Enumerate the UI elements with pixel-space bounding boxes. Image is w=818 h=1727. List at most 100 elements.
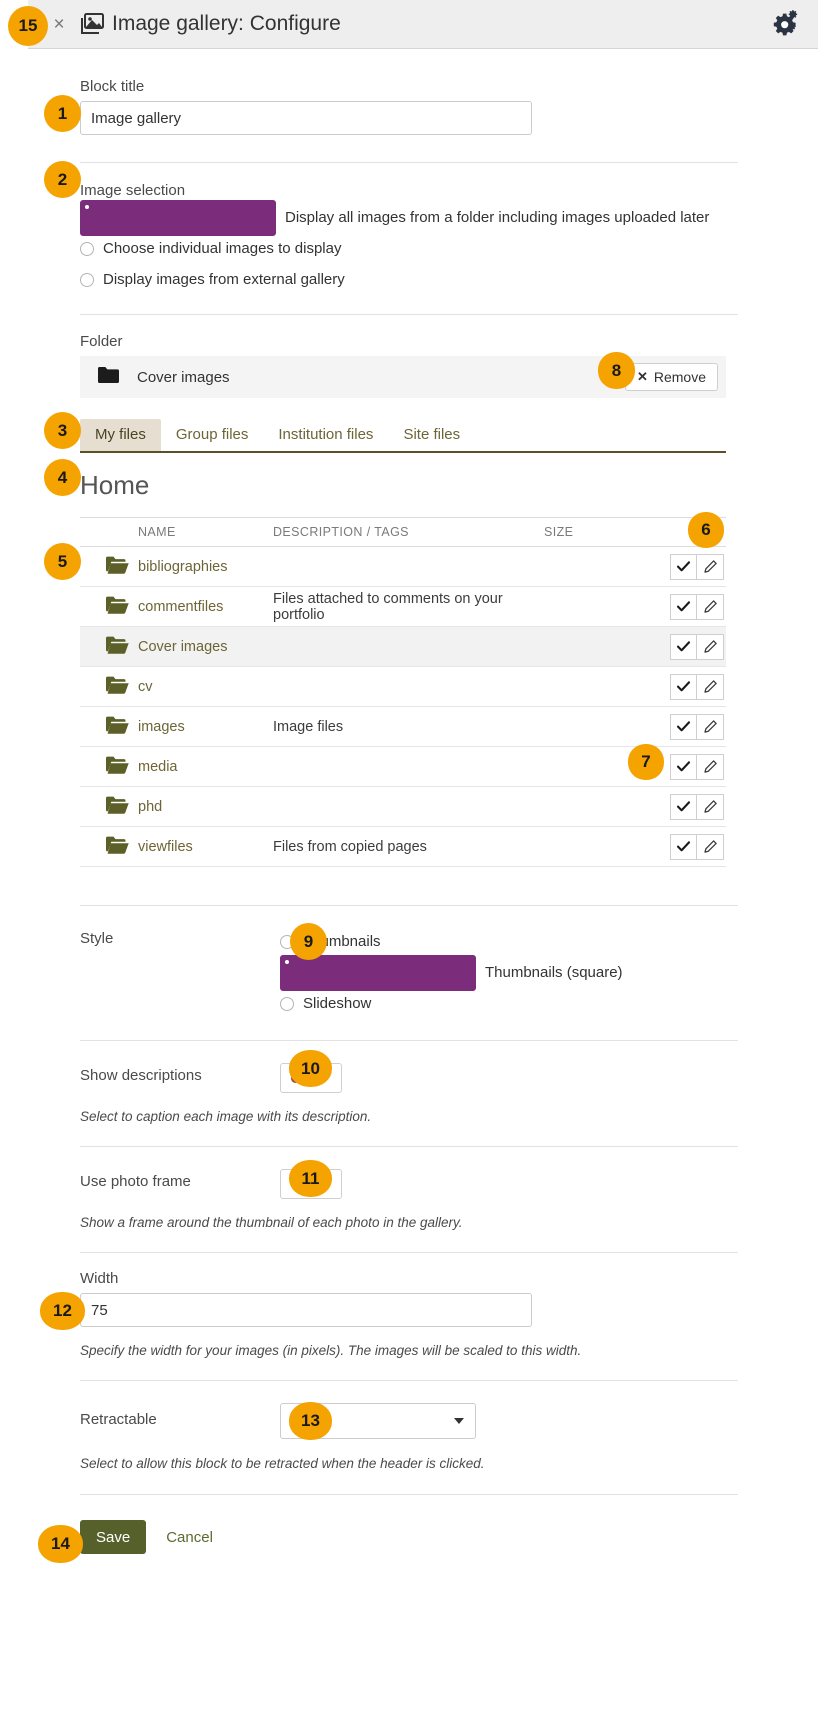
show-descriptions-label: Show descriptions <box>80 1063 280 1084</box>
image-gallery-icon <box>80 13 104 35</box>
row-folder-icon <box>80 787 138 827</box>
folder-icon <box>106 836 129 854</box>
divider <box>80 905 738 906</box>
radio-option-individual[interactable]: Choose individual images to display <box>80 233 818 264</box>
edit-folder-button[interactable] <box>697 554 724 580</box>
row-name[interactable]: images <box>138 707 273 747</box>
callout-15: 15 <box>8 6 48 46</box>
folder-icon <box>106 676 129 694</box>
divider <box>80 1380 738 1381</box>
folder-row: Folder Cover images ✕ Remove <box>0 315 818 398</box>
row-name[interactable]: phd <box>138 787 273 827</box>
callout-1: 1 <box>44 95 81 132</box>
table-row[interactable]: bibliographies <box>80 547 726 587</box>
style-option-thumbnails[interactable]: Thumbnails <box>280 926 726 957</box>
th-size: SIZE <box>544 518 644 547</box>
selected-folder-name: Cover images <box>137 369 230 386</box>
breadcrumb: Home <box>80 470 818 501</box>
row-name[interactable]: Cover images <box>138 627 273 667</box>
select-folder-button[interactable] <box>670 714 697 740</box>
select-folder-button[interactable] <box>670 834 697 860</box>
style-option-slideshow[interactable]: Slideshow <box>280 988 726 1019</box>
block-title-label: Block title <box>80 78 818 95</box>
callout-11: 11 <box>289 1160 332 1197</box>
close-button[interactable]: × <box>46 15 72 34</box>
callout-10: 10 <box>289 1050 332 1087</box>
tab-my-files[interactable]: My files <box>80 419 161 452</box>
row-folder-icon <box>80 587 138 627</box>
row-name[interactable]: bibliographies <box>138 547 273 587</box>
photo-frame-help: Show a frame around the thumbnail of eac… <box>80 1215 818 1230</box>
row-name[interactable]: viewfiles <box>138 827 273 867</box>
select-folder-button[interactable] <box>670 754 697 780</box>
image-selection-group: Image selection Display all images from … <box>0 163 818 295</box>
width-row: Width <box>0 1253 818 1327</box>
select-folder-button[interactable] <box>670 794 697 820</box>
table-row[interactable]: cv <box>80 667 726 707</box>
row-size <box>544 707 644 747</box>
edit-folder-button[interactable] <box>697 594 724 620</box>
callout-14: 14 <box>38 1525 83 1563</box>
callout-8: 8 <box>598 352 635 389</box>
block-title-input[interactable] <box>80 101 532 135</box>
tab-site-files[interactable]: Site files <box>388 419 475 452</box>
cancel-button[interactable]: Cancel <box>160 1528 219 1547</box>
radio-label: Thumbnails (square) <box>485 964 623 981</box>
edit-folder-button[interactable] <box>697 714 724 740</box>
x-icon: ✕ <box>637 369 648 385</box>
tab-group-files[interactable]: Group files <box>161 419 264 452</box>
page-title: Image gallery: Configure <box>112 12 341 36</box>
row-name[interactable]: media <box>138 747 273 787</box>
row-name[interactable]: commentfiles <box>138 587 273 627</box>
table-row[interactable]: Cover images <box>80 627 726 667</box>
style-option-thumbnails-square[interactable]: Thumbnails (square) <box>280 957 726 988</box>
retractable-row: Retractable NoYesYes, collapsed <box>80 1403 726 1439</box>
row-name[interactable]: cv <box>138 667 273 707</box>
radio-label: Display all images from a folder includi… <box>285 209 709 226</box>
file-table: NAME DESCRIPTION / TAGS SIZE bibliograph… <box>80 517 726 867</box>
retractable-help: Select to allow this block to be retract… <box>80 1456 818 1471</box>
gears-icon[interactable] <box>770 10 800 38</box>
folder-label: Folder <box>80 333 818 350</box>
table-row[interactable]: phd <box>80 787 726 827</box>
folder-icon <box>98 367 119 387</box>
table-row[interactable]: viewfilesFiles from copied pages <box>80 827 726 867</box>
row-size <box>544 667 644 707</box>
image-selection-label: Image selection <box>80 182 818 199</box>
edit-folder-button[interactable] <box>697 834 724 860</box>
callout-12: 12 <box>40 1292 85 1330</box>
table-row[interactable]: imagesImage files <box>80 707 726 747</box>
table-row[interactable]: commentfilesFiles attached to comments o… <box>80 587 726 627</box>
select-folder-button[interactable] <box>670 594 697 620</box>
folder-icon <box>106 636 129 654</box>
radio-option-external[interactable]: Display images from external gallery <box>80 264 818 295</box>
photo-frame-label: Use photo frame <box>80 1169 280 1190</box>
retractable-label: Retractable <box>80 1403 280 1428</box>
width-input[interactable] <box>80 1293 532 1327</box>
divider <box>80 1146 738 1147</box>
remove-label: Remove <box>654 369 706 385</box>
edit-folder-button[interactable] <box>697 754 724 780</box>
edit-folder-button[interactable] <box>697 674 724 700</box>
select-folder-button[interactable] <box>670 554 697 580</box>
radio-option-folder[interactable]: Display all images from a folder includi… <box>80 202 818 233</box>
row-folder-icon <box>80 627 138 667</box>
remove-folder-button[interactable]: ✕ Remove <box>625 363 718 391</box>
select-folder-button[interactable] <box>670 674 697 700</box>
edit-folder-button[interactable] <box>697 634 724 660</box>
row-description <box>273 747 544 787</box>
callout-7: 7 <box>628 744 664 780</box>
callout-2: 2 <box>44 161 81 198</box>
edit-folder-button[interactable] <box>697 794 724 820</box>
row-size <box>544 547 644 587</box>
row-size <box>544 627 644 667</box>
callout-6: 6 <box>688 512 724 548</box>
show-descriptions-help: Select to caption each image with its de… <box>80 1109 818 1124</box>
radio-icon <box>80 242 94 256</box>
tab-institution-files[interactable]: Institution files <box>263 419 388 452</box>
select-folder-button[interactable] <box>670 634 697 660</box>
row-folder-icon <box>80 827 138 867</box>
block-title-row: Block title <box>0 49 818 135</box>
row-description: Files from copied pages <box>273 827 544 867</box>
save-button[interactable]: Save <box>80 1520 146 1554</box>
